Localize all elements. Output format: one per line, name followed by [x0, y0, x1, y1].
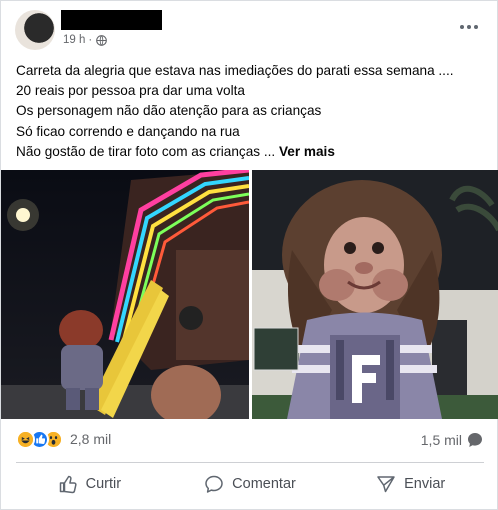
see-more-link[interactable]: Ver mais: [279, 144, 335, 159]
action-divider: [16, 462, 484, 463]
more-horizontal-icon: [460, 25, 464, 29]
post-text: Carreta da alegria que estava nas imedia…: [16, 61, 486, 162]
reaction-count[interactable]: 2,8 mil: [70, 431, 111, 447]
reactions-summary[interactable]: 2,8 mil: [16, 428, 111, 450]
like-button[interactable]: Curtir: [9, 467, 170, 501]
author-avatar[interactable]: [15, 10, 55, 50]
photo-grid: [1, 170, 498, 419]
post-text-line: Não gostão de tirar foto com as crianças…: [16, 143, 276, 159]
more-dot: [474, 25, 478, 29]
comments-summary[interactable]: 1,5 mil: [421, 430, 483, 450]
haha-icon: [16, 429, 35, 449]
comment-button[interactable]: Comentar: [170, 467, 331, 501]
meta-separator: ·: [88, 34, 93, 46]
author-name-redacted[interactable]: [61, 10, 162, 30]
post-card: 19 h · Carreta da alegria que estava nas…: [0, 0, 498, 510]
action-bar: Curtir Comentar Enviar: [9, 467, 491, 501]
post-meta: 19 h ·: [63, 33, 108, 47]
post-text-line: Só ficao correndo e dançando na rua: [16, 123, 240, 139]
more-options-button[interactable]: [455, 17, 483, 37]
post-text-line: Carreta da alegria que estava nas imedia…: [16, 63, 454, 78]
send-label: Enviar: [404, 476, 446, 492]
comment-count[interactable]: 1,5 mil: [421, 432, 462, 448]
photo-right[interactable]: [252, 170, 498, 419]
thumbs-up-icon: [59, 475, 77, 494]
post-header: 19 h ·: [1, 1, 498, 59]
comment-bubble-icon: [468, 433, 482, 447]
post-text-line: 20 reais por pessoa pra dar uma volta: [16, 83, 245, 99]
comment-label: Comentar: [232, 476, 296, 492]
post-timestamp[interactable]: 19 h: [63, 34, 85, 46]
globe-icon[interactable]: [96, 34, 108, 46]
more-dot: [467, 25, 471, 29]
post-text-line-last: Não gostão de tirar foto com as crianças…: [16, 142, 486, 162]
comment-icon: [205, 475, 223, 493]
post-text-line: Os personagem não dão atenção para as cr…: [16, 103, 322, 119]
carnival-truck-photo: [1, 170, 249, 419]
photo-left[interactable]: [1, 170, 249, 419]
like-label: Curtir: [85, 476, 122, 492]
send-icon: [377, 476, 395, 493]
send-button[interactable]: Enviar: [330, 467, 491, 501]
costume-character-photo: [252, 170, 498, 419]
